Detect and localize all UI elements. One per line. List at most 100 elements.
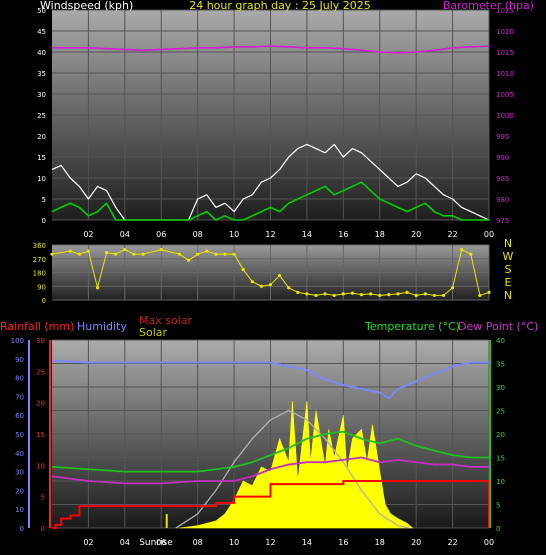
wind-title: 24 hour graph day : 25 July 2025 [189, 0, 371, 12]
climate-x-tick: 14 [302, 538, 312, 547]
legend-solar: Solar [139, 326, 168, 339]
weather-graphs: Windspeed (kph) 24 hour graph day : 25 J… [0, 0, 538, 548]
barometer-tick: 995 [496, 133, 509, 141]
humidity-tick: 20 [15, 487, 24, 495]
humidity-tick: 0 [20, 525, 24, 533]
wind-y-tick: 50 [37, 7, 46, 15]
temperature-tick: 15 [496, 455, 505, 463]
wind-y-tick: 5 [42, 196, 46, 204]
compass-label: N [504, 289, 512, 302]
wind-y-tick: 30 [37, 91, 46, 99]
sunrise-label: Sunrise [139, 538, 173, 548]
rain-tick: 5 [41, 494, 45, 502]
humidity-tick: 100 [11, 337, 24, 345]
barometer-tick: 985 [496, 175, 509, 183]
wind-x-tick: 12 [265, 230, 275, 239]
wind-y-tick: 20 [37, 133, 46, 141]
wind-y-ticks: 50454035302520151050 [37, 7, 46, 225]
legend-temperature: Temperature (°C) [364, 320, 460, 333]
temperature-tick: 40 [496, 337, 505, 345]
temperature-tick: 0 [496, 525, 500, 533]
rain-tick: 0 [41, 525, 45, 533]
rain-tick: 15 [36, 431, 45, 439]
climate-panel: Rainfall (mm) Humidity Max solar Solar T… [0, 314, 538, 548]
direction-panel: 360 270 180 90 0 NWSEN [33, 237, 514, 305]
humidity-tick: 30 [15, 469, 24, 477]
wind-y-tick: 35 [37, 70, 46, 78]
wind-x-tick: 08 [193, 230, 203, 239]
temperature-tick: 25 [496, 408, 505, 416]
rain-tick: 10 [36, 462, 45, 470]
humidity-tick: 90 [15, 356, 24, 364]
temperature-ticks: 40 35 30 25 20 15 10 5 0 [496, 337, 505, 533]
wind-y-tick: 15 [37, 154, 46, 162]
climate-x-tick: 04 [120, 538, 130, 547]
barometer-tick: 1010 [496, 70, 514, 78]
barometer-tick: 990 [496, 154, 509, 162]
climate-x-tick: 10 [229, 538, 239, 547]
barometer-tick: 1005 [496, 91, 514, 99]
wind-y-tick: 0 [42, 217, 46, 225]
temperature-tick: 5 [496, 502, 500, 510]
wind-x-tick: 06 [156, 230, 166, 239]
climate-x-tick: 12 [265, 538, 275, 547]
direction-y-tick: 90 [37, 283, 46, 291]
humidity-tick: 80 [15, 375, 24, 383]
wind-x-tick: 16 [338, 230, 348, 239]
direction-y-tick: 180 [33, 270, 46, 278]
legend-humidity: Humidity [77, 320, 127, 333]
direction-y-tick: 360 [33, 242, 46, 250]
humidity-tick: 40 [15, 450, 24, 458]
rain-tick: 20 [36, 400, 45, 408]
climate-x-tick: 02 [83, 538, 93, 547]
temperature-tick: 30 [496, 384, 505, 392]
barometer-tick: 975 [496, 217, 509, 225]
direction-y-tick: 270 [33, 256, 46, 264]
wind-panel: Windspeed (kph) 24 hour graph day : 25 J… [37, 0, 534, 239]
rain-tick: 25 [36, 368, 45, 376]
wind-x-tick: 04 [120, 230, 130, 239]
humidity-tick: 50 [15, 431, 24, 439]
wind-x-tick: 22 [447, 230, 457, 239]
wind-x-tick: 20 [411, 230, 421, 239]
compass-labels: NWSEN [503, 237, 514, 302]
barometer-tick: 1015 [496, 49, 514, 57]
humidity-tick: 10 [15, 506, 24, 514]
barometer-tick: 1000 [496, 112, 514, 120]
wind-y-tick: 45 [37, 28, 46, 36]
wind-x-tick: 10 [229, 230, 239, 239]
climate-x-tick: 18 [375, 538, 385, 547]
climate-x-tick: 00 [484, 538, 494, 547]
rain-tick: 30 [36, 337, 45, 345]
humidity-tick: 70 [15, 393, 24, 401]
climate-x-tick: 08 [193, 538, 203, 547]
climate-x-tick: 22 [447, 538, 457, 547]
direction-y-ticks: 360 270 180 90 0 [33, 242, 46, 305]
legend-dew-point: Dew Point (°C) [458, 320, 538, 333]
barometer-tick: 980 [496, 196, 509, 204]
wind-ylabel: Windspeed (kph) [40, 0, 133, 12]
legend-rainfall: Rainfall (mm) [0, 320, 74, 333]
barometer-label: Barometer (hpa) [443, 0, 534, 12]
wind-y-tick: 25 [37, 112, 46, 120]
humidity-ticks: 1009080706050403020100 [11, 337, 24, 533]
temperature-tick: 10 [496, 478, 505, 486]
climate-x-tick: 16 [338, 538, 348, 547]
compass-label: W [503, 250, 514, 263]
temperature-tick: 35 [496, 361, 505, 369]
direction-y-tick: 0 [42, 297, 46, 305]
compass-label: N [504, 237, 512, 250]
wind-y-tick: 10 [37, 175, 46, 183]
wind-x-tick: 18 [375, 230, 385, 239]
climate-x-tick: 20 [411, 538, 421, 547]
wind-x-tick: 14 [302, 230, 312, 239]
wind-x-ticks: 02 04 06 08 10 12 14 16 18 20 22 00 [83, 230, 494, 239]
humidity-tick: 60 [15, 412, 24, 420]
wind-y-tick: 40 [37, 49, 46, 57]
barometer-tick: 1020 [496, 28, 514, 36]
temperature-tick: 20 [496, 431, 505, 439]
barometer-ticks: 1025 1020 1015 1010 1005 1000 995 990 985 980 975 [496, 7, 514, 225]
compass-label: E [505, 276, 512, 289]
wind-x-tick: 02 [83, 230, 93, 239]
wind-x-tick: 00 [484, 230, 494, 239]
